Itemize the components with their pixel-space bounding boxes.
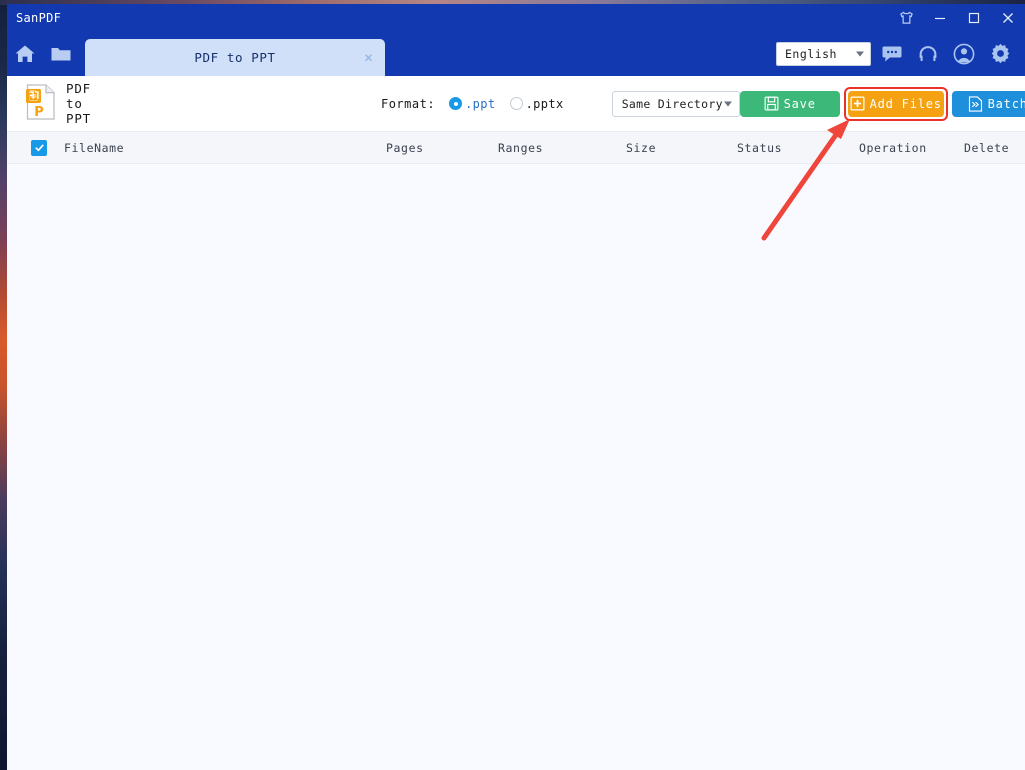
radio-pptx-dot[interactable] <box>509 97 523 110</box>
radio-pptx[interactable]: .pptx <box>509 96 564 111</box>
application-window: SanPDF PDF to PPT × English 🗎 P PDF to P… <box>7 4 1025 770</box>
floppy-disk-icon <box>764 96 779 111</box>
add-files-button-label: Add Files <box>869 96 942 111</box>
action-bar: 🗎 P PDF to PPT Format: .ppt .pptx Same D… <box>7 76 1025 131</box>
close-icon[interactable] <box>991 4 1025 31</box>
radio-ppt-dot[interactable] <box>449 97 463 110</box>
select-all-checkbox[interactable] <box>31 139 47 156</box>
chevron-down-icon <box>856 51 864 56</box>
maximize-icon[interactable] <box>957 4 991 31</box>
column-header-filename[interactable]: FileName <box>64 141 124 155</box>
app-title: SanPDF <box>16 10 62 25</box>
add-files-button[interactable]: Add Files <box>843 86 948 121</box>
save-button-label: Save <box>783 96 816 111</box>
save-button[interactable]: Save <box>739 90 840 117</box>
pdf-to-ppt-file-icon: 🗎 P <box>25 83 56 124</box>
minimize-icon[interactable] <box>923 4 957 31</box>
tab-close-icon[interactable]: × <box>364 50 373 65</box>
gear-icon[interactable] <box>985 39 1015 69</box>
column-header-ranges[interactable]: Ranges <box>498 141 543 155</box>
radio-ppt-label: .ppt <box>465 96 496 111</box>
format-label: Format: <box>380 96 436 111</box>
batch-document-icon <box>968 95 983 112</box>
format-group: Format: .ppt .pptx Same Directory <box>380 90 740 117</box>
home-icon[interactable] <box>7 31 43 76</box>
plus-square-icon <box>850 96 865 111</box>
output-directory-value: Same Directory <box>621 96 723 111</box>
mode-indicator: 🗎 P PDF to PPT <box>25 81 91 126</box>
radio-pptx-label: .pptx <box>525 96 564 111</box>
folder-icon[interactable] <box>43 31 79 76</box>
svg-text:P: P <box>34 105 44 120</box>
theme-shirt-icon[interactable] <box>889 4 923 31</box>
tab-pdf-to-ppt[interactable]: PDF to PPT × <box>85 39 385 76</box>
radio-ppt[interactable]: .ppt <box>449 97 496 111</box>
column-header-pages[interactable]: Pages <box>386 141 424 155</box>
column-header-status[interactable]: Status <box>737 141 782 155</box>
toolbar: PDF to PPT × English <box>7 31 1025 76</box>
user-icon[interactable] <box>949 39 979 69</box>
column-header-delete[interactable]: Delete <box>964 141 1009 155</box>
window-controls <box>889 4 1025 31</box>
tab-label: PDF to PPT <box>194 50 276 65</box>
file-list-body[interactable] <box>7 164 1025 770</box>
toolbar-right-tools: English <box>776 39 1025 69</box>
column-header-operation[interactable]: Operation <box>859 141 927 155</box>
chevron-down-icon <box>723 101 732 106</box>
title-bar: SanPDF <box>7 4 1025 31</box>
output-directory-select[interactable]: Same Directory <box>611 90 740 117</box>
language-value: English <box>785 46 837 61</box>
mode-title: PDF to PPT <box>66 81 91 126</box>
headphones-icon[interactable] <box>913 39 943 69</box>
column-header-size[interactable]: Size <box>626 141 656 155</box>
chat-icon[interactable] <box>877 39 907 69</box>
tab-bar: PDF to PPT × <box>85 31 385 76</box>
file-list-header: FileName Pages Ranges Size Status Operat… <box>7 131 1025 164</box>
action-buttons: Save Add Files Batch <box>739 86 1025 121</box>
batch-button[interactable]: Batch <box>951 90 1025 117</box>
language-select[interactable]: English <box>776 41 871 66</box>
batch-button-label: Batch <box>987 96 1025 111</box>
